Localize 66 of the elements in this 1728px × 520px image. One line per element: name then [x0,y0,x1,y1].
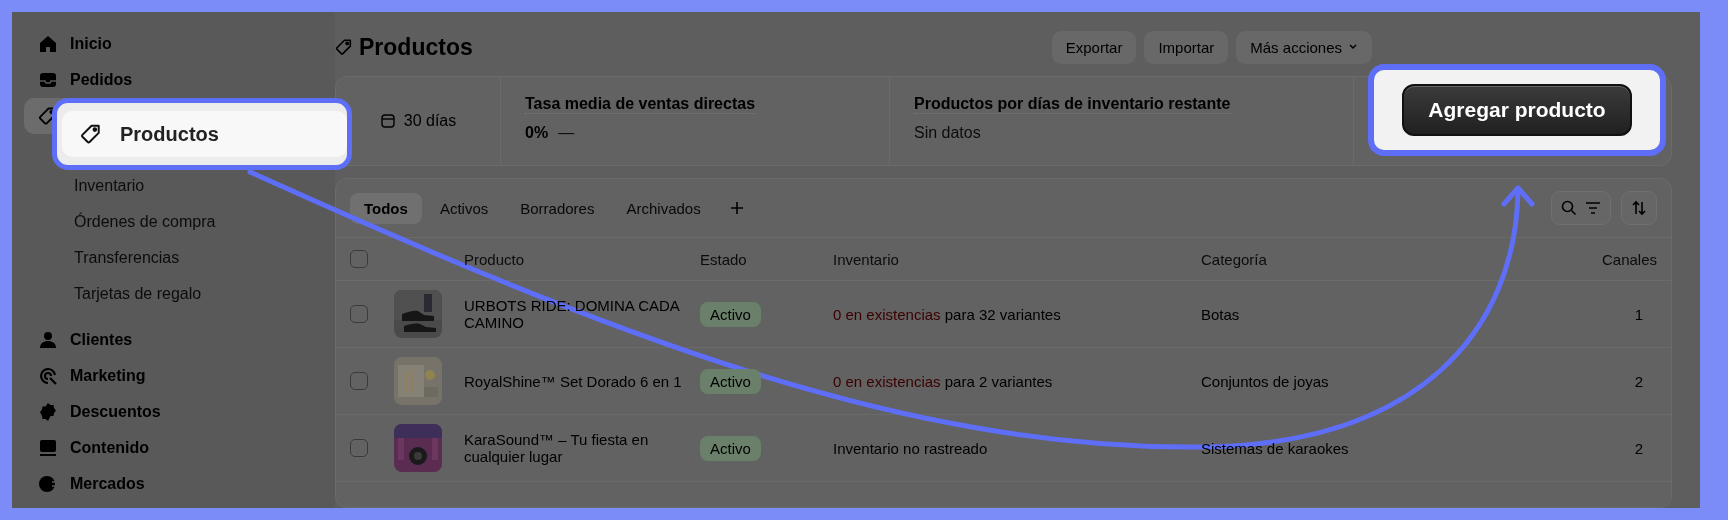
channels-cell-text: 2 [1633,439,1644,457]
sort-icon [1630,199,1648,217]
metric-value: Sin datos [914,124,981,142]
product-name[interactable]: KaraSound™ – Tu fiesta en cualquier lugar [464,431,700,465]
more-actions-button[interactable]: Más acciones [1236,30,1372,64]
globe-icon [38,474,58,494]
channels-cell-text: 2 [1633,372,1644,390]
column-header: Estado [700,250,748,268]
sidebar-item[interactable]: Clientes [24,322,323,358]
channels-cell-text: 1 [1633,305,1644,323]
period-selector[interactable]: 30 días [403,112,457,130]
sidebar-item[interactable]: Inicio [24,26,323,62]
sidebar-item[interactable]: Descuentos [24,394,323,430]
caret-icon [1348,42,1358,52]
sort-button[interactable] [1621,191,1657,225]
inventory-cell-text: Inventario no rastreado [833,439,989,457]
sidebar-subitem[interactable]: Tarjetas de regalo [24,276,323,312]
metric-value: 0% [525,124,549,142]
product-name[interactable]: RoyalShine™ Set Dorado 6 en 1 [464,372,700,390]
row-checkbox[interactable] [350,305,368,323]
column-header: Categoría [1201,250,1268,268]
category-cell-text: Botas [1201,305,1241,323]
category-cell-text: Conjuntos de joyas [1201,372,1330,390]
column-header: Inventario [833,250,900,268]
add-icon[interactable] [728,200,745,216]
sidebar-subitem[interactable]: Inventario [24,168,323,204]
search-icon [1560,199,1578,217]
filter-icon [1584,199,1602,217]
calendar-icon [379,113,396,129]
row-checkbox[interactable] [350,439,368,457]
sidebar-item-highlight[interactable]: Productos [62,111,347,157]
status-badge: Activo [700,435,761,461]
filter-tab[interactable]: Activos [425,192,503,224]
sidebar-item[interactable]: Marketing [24,358,323,394]
column-header: Canales [1600,250,1658,268]
action-button[interactable]: Importar [1144,30,1229,64]
tag-icon [80,123,102,145]
inventory-cell-text: 0 en existencias para 2 variantes [833,372,1054,390]
sidebar-item[interactable]: Contenido [24,430,323,466]
search-filter-button[interactable] [1551,191,1611,225]
filter-tab[interactable]: Borradores [506,192,609,224]
add-product-button[interactable]: Agregar producto [1402,84,1632,136]
status-badge: Activo [700,368,761,394]
badge-icon [38,402,58,422]
row-checkbox[interactable] [350,372,368,390]
sidebar-item[interactable]: Mercados [24,466,323,502]
target-icon [38,366,58,386]
sidebar-item[interactable]: Pedidos [24,62,323,98]
inventory-cell-text: 0 en existencias para 32 variantes [833,305,1062,323]
filter-tab[interactable]: Archivados [612,192,715,224]
select-all-checkbox[interactable] [350,250,368,268]
filter-tab[interactable]: Todos [350,192,422,224]
monitor-icon [38,438,58,458]
metric-trend: — [558,124,575,142]
metric-title: Tasa media de ventas directas [525,95,756,114]
home-icon [38,34,58,54]
action-button[interactable]: Exportar [1051,30,1137,64]
sidebar-subitem[interactable]: Transferencias [24,240,323,276]
sidebar-subitem[interactable]: Órdenes de compra [24,204,323,240]
page-title: Productos [359,33,473,61]
status-badge: Activo [700,301,761,327]
metric-title: Productos por días de inventario restante [914,95,1231,114]
column-header: Producto [464,250,526,268]
inbox-icon [38,70,58,90]
person-icon [38,330,58,350]
tag-icon [335,38,353,56]
